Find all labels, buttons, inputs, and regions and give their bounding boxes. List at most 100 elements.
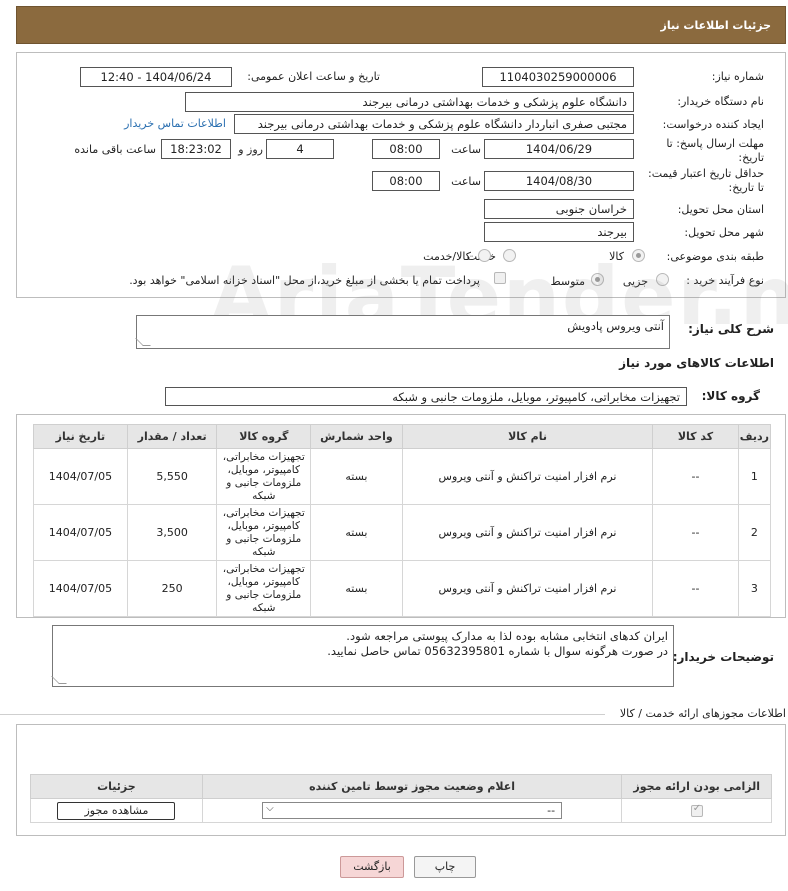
summary-text: آنتی ویروس پادویش	[567, 319, 664, 333]
permit-status-value: --	[547, 804, 556, 817]
row-qty: 3,500	[126, 504, 218, 561]
permit-required-cell: ✓	[621, 798, 772, 823]
city-label: شهر محل تحویل:	[684, 226, 764, 239]
permits-section-title: اطلاعات مجوزهای ارائه خدمت / کالا	[619, 707, 786, 720]
row-code: --	[652, 448, 739, 505]
deadline-label: مهلت ارسال پاسخ: تا تاریخ:	[666, 137, 764, 164]
chevron-down-icon: ⌵	[266, 803, 274, 814]
permits-table-header: الزامی بودن ارائه مجوز اعلام وضعیت مجوز …	[30, 774, 772, 799]
col-date: تاریخ نیاز	[33, 424, 128, 449]
table-row: 2 -- نرم افزار امنیت تراکنش و آنتی ویروس…	[33, 504, 772, 561]
category-radio-goods[interactable]	[632, 249, 645, 262]
summary-textarea[interactable]: آنتی ویروس پادویش	[135, 315, 670, 349]
announce-field: 1404/06/24 - 12:40	[80, 67, 232, 87]
row-number: 3	[737, 560, 772, 617]
permits-divider	[0, 714, 605, 715]
page-header: جزئیات اطلاعات نیاز	[16, 6, 786, 44]
buyer-org-label: نام دستگاه خریدار:	[677, 95, 764, 108]
row-number: 2	[737, 504, 772, 561]
row-date: 1404/07/05	[33, 560, 128, 617]
row-name: نرم افزار امنیت تراکنش و آنتی ویروس	[401, 560, 654, 617]
province-label: استان محل تحویل:	[677, 203, 764, 216]
permit-details-cell: مشاهده مجوز	[30, 798, 203, 823]
process-option-minor: جزیی	[622, 275, 648, 288]
row-group: تجهیزات مخابراتی، کامپیوتر، موبایل، ملزو…	[216, 448, 312, 505]
row-group: تجهیزات مخابراتی، کامپیوتر، موبایل، ملزو…	[216, 504, 312, 561]
category-radio-goods-service[interactable]	[478, 249, 491, 262]
creator-field: مجتبی صفری انباردار دانشگاه علوم پزشکی و…	[234, 114, 634, 134]
process-radio-minor[interactable]	[656, 273, 669, 286]
remaining-time-field: 18:23:02	[161, 139, 231, 159]
table-row: 1 -- نرم افزار امنیت تراکنش و آنتی ویروس…	[33, 448, 772, 505]
category-radio-service[interactable]	[503, 249, 516, 262]
row-unit: بسته	[310, 560, 403, 617]
col-permit-details: جزئیات	[30, 774, 203, 799]
row-number: 1	[737, 448, 772, 505]
days-remaining-field: 4	[266, 139, 334, 159]
process-option-medium: متوسط	[550, 275, 585, 288]
announce-label: تاریخ و ساعت اعلان عمومی:	[247, 70, 380, 83]
goods-table: ردیف کد کالا نام کالا واحد شمارش گروه کا…	[33, 424, 772, 617]
deadline-date-field: 1404/06/29	[484, 139, 634, 159]
goods-table-header: ردیف کد کالا نام کالا واحد شمارش گروه کا…	[33, 424, 772, 449]
row-qty: 5,550	[126, 448, 218, 505]
row-name: نرم افزار امنیت تراکنش و آنتی ویروس	[401, 448, 654, 505]
treasury-payment-note: پرداخت تمام یا بخشی از مبلغ خرید،از محل …	[129, 274, 480, 287]
buyer-notes-label: توضیحات خریدار:	[672, 650, 774, 664]
buyer-org-field: دانشگاه علوم پزشکی و خدمات بهداشتی درمان…	[185, 92, 634, 112]
city-field: بیرجند	[484, 222, 634, 242]
row-unit: بسته	[310, 504, 403, 561]
goods-group-field: تجهیزات مخابراتی، کامپیوتر، موبایل، ملزو…	[165, 387, 687, 406]
process-radio-medium[interactable]	[591, 273, 604, 286]
col-unit: واحد شمارش	[310, 424, 403, 449]
category-label: طبقه بندی موضوعی:	[666, 250, 764, 263]
resize-handle-icon[interactable]	[51, 676, 67, 684]
remaining-label: ساعت باقی مانده	[74, 143, 156, 156]
price-validity-label: حداقل تاریخ اعتبار قیمت: تا تاریخ:	[648, 167, 764, 194]
row-unit: بسته	[310, 448, 403, 505]
page-title: جزئیات اطلاعات نیاز	[660, 19, 772, 32]
permit-required-checkbox[interactable]: ✓	[690, 803, 703, 817]
row-code: --	[652, 560, 739, 617]
view-permit-button[interactable]: مشاهده مجوز	[57, 801, 176, 820]
row-name: نرم افزار امنیت تراکنش و آنتی ویروس	[401, 504, 654, 561]
col-name: نام کالا	[401, 424, 654, 449]
process-label: نوع فرآیند خرید :	[686, 274, 764, 287]
category-option-goods: کالا	[609, 250, 624, 263]
creator-label: ایجاد کننده درخواست:	[662, 118, 764, 131]
goods-group-label: گروه کالا:	[701, 389, 760, 403]
need-number-field: 1104030259000006	[482, 67, 634, 87]
buyer-notes-line-1: ایران کدهای انتخابی مشابه بوده لذا به مد…	[346, 629, 668, 643]
permits-table: الزامی بودن ارائه مجوز اعلام وضعیت مجوز …	[30, 774, 772, 823]
col-qty: تعداد / مقدار	[126, 424, 218, 449]
price-date-field: 1404/08/30	[484, 171, 634, 191]
buyer-notes-textarea[interactable]: ایران کدهای انتخابی مشابه بوده لذا به مد…	[51, 625, 674, 687]
table-row: ✓ -- ⌵ مشاهده مجوز	[30, 798, 772, 823]
buyer-contact-link[interactable]: اطلاعات تماس خریدار	[124, 117, 226, 130]
col-permit-status: اعلام وضعیت مجوز توسط تامین کننده	[201, 774, 623, 799]
treasury-payment-checkbox[interactable]	[494, 272, 506, 284]
col-code: کد کالا	[652, 424, 739, 449]
row-date: 1404/07/05	[33, 504, 128, 561]
table-row: 3 -- نرم افزار امنیت تراکنش و آنتی ویروس…	[33, 560, 772, 617]
deadline-time-label: ساعت	[451, 143, 481, 156]
print-button[interactable]: چاپ	[414, 856, 476, 878]
province-field: خراسان جنوبی	[484, 199, 634, 219]
col-group: گروه کالا	[216, 424, 312, 449]
col-permit-required: الزامی بودن ارائه مجوز	[621, 774, 772, 799]
days-label: روز و	[238, 143, 263, 156]
row-qty: 250	[126, 560, 218, 617]
summary-label: شرح کلی نیاز:	[688, 322, 774, 336]
row-group: تجهیزات مخابراتی، کامپیوتر، موبایل، ملزو…	[216, 560, 312, 617]
check-icon: ✓	[692, 803, 702, 814]
price-time-field: 08:00	[372, 171, 440, 191]
permit-status-select[interactable]: -- ⌵	[262, 802, 563, 819]
category-option-goods-service: کالا/خدمت	[423, 250, 471, 263]
permit-status-cell: -- ⌵	[201, 798, 623, 823]
buyer-notes-line-2: در صورت هرگونه سوال با شماره 05632395801…	[327, 644, 668, 658]
need-number-label: شماره نیاز:	[711, 70, 764, 83]
price-time-label: ساعت	[451, 175, 481, 188]
back-button[interactable]: بازگشت	[340, 856, 404, 878]
resize-handle-icon[interactable]	[135, 338, 151, 346]
goods-section-title: اطلاعات کالاهای مورد نیاز	[619, 356, 774, 370]
